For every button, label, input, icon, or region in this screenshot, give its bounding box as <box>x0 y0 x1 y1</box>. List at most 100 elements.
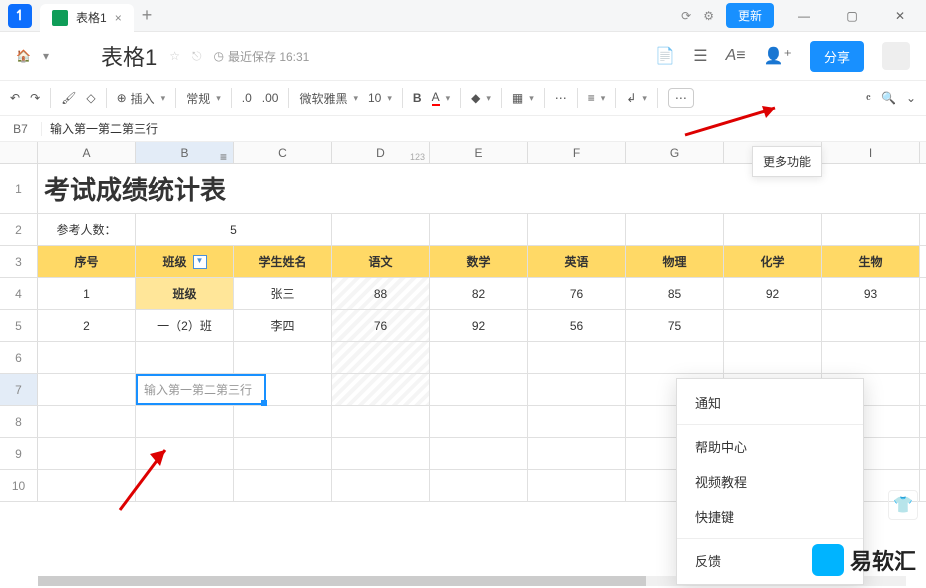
cell[interactable] <box>822 342 920 373</box>
star-icon[interactable]: ☆ <box>169 49 180 63</box>
home-icon[interactable]: 🏠 <box>16 49 31 63</box>
bold-button[interactable]: B <box>413 91 422 105</box>
cell[interactable] <box>822 310 920 341</box>
col-header-f[interactable]: F <box>528 142 626 163</box>
freeze-icon[interactable]: 𝄴 <box>866 91 871 106</box>
number-format-dropdown[interactable]: 常规 <box>186 90 221 107</box>
chevron-down-icon[interactable]: ▾ <box>43 49 49 63</box>
col-header-e[interactable]: E <box>430 142 528 163</box>
cell[interactable]: 参考人数： <box>38 214 136 245</box>
row-header[interactable]: 1 <box>0 164 38 213</box>
shirt-icon[interactable]: 👕 <box>888 490 918 520</box>
row-header[interactable]: 6 <box>0 342 38 373</box>
col-header-c[interactable]: C <box>234 142 332 163</box>
active-cell[interactable]: 输入第一第二第三行 <box>136 374 266 405</box>
cell[interactable] <box>234 342 332 373</box>
header-cell[interactable]: 物理 <box>626 246 724 277</box>
row-header[interactable]: 4 <box>0 278 38 309</box>
cell[interactable]: 92 <box>724 278 822 309</box>
add-tab-button[interactable]: + <box>142 5 153 26</box>
cell[interactable]: 82 <box>430 278 528 309</box>
cell[interactable]: 76 <box>332 310 430 341</box>
border-button[interactable]: ▦ <box>512 91 534 105</box>
redo-button[interactable]: ↷ <box>30 91 40 105</box>
cell[interactable] <box>528 342 626 373</box>
col-header-d[interactable]: D123 <box>332 142 430 163</box>
font-color-button[interactable]: A <box>432 90 451 106</box>
cell[interactable]: 85 <box>626 278 724 309</box>
cell[interactable]: 李四 <box>234 310 332 341</box>
text-style-icon[interactable]: A≡ <box>726 47 746 65</box>
cell[interactable]: 张三 <box>234 278 332 309</box>
share-button[interactable]: 分享 <box>810 41 864 72</box>
col-header-g[interactable]: G <box>626 142 724 163</box>
wrap-button[interactable]: ↲ <box>626 91 647 105</box>
close-window-button[interactable]: ✕ <box>882 2 918 30</box>
cell[interactable] <box>332 374 430 405</box>
header-cell[interactable]: 化学 <box>724 246 822 277</box>
header-cell[interactable]: 班级 <box>136 246 234 277</box>
cell[interactable] <box>724 342 822 373</box>
clear-format-button[interactable]: ◇ <box>86 91 95 105</box>
font-size-dropdown[interactable]: 10 <box>368 91 392 105</box>
cell[interactable] <box>528 374 626 405</box>
minimize-button[interactable]: — <box>786 2 822 30</box>
cell[interactable]: 1 <box>38 278 136 309</box>
share-user-icon[interactable]: 👤⁺ <box>764 46 792 66</box>
font-family-dropdown[interactable]: 微软雅黑 <box>299 90 358 107</box>
cell[interactable]: 76 <box>528 278 626 309</box>
row-header[interactable]: 2 <box>0 214 38 245</box>
menu-notify[interactable]: 通知 <box>677 385 863 420</box>
cell[interactable]: 92 <box>430 310 528 341</box>
header-cell[interactable]: 学生姓名 <box>234 246 332 277</box>
menu-shortcut[interactable]: 快捷键 <box>677 499 863 534</box>
cell[interactable] <box>38 374 136 405</box>
tab-document[interactable]: 表格1 × <box>40 4 134 32</box>
format-painter-button[interactable]: 🖌 <box>61 91 76 105</box>
col-header-i[interactable]: I <box>822 142 920 163</box>
cell[interactable] <box>822 214 920 245</box>
row-header[interactable]: 9 <box>0 438 38 469</box>
formula-input[interactable]: 输入第一第二第三行 <box>42 120 926 137</box>
menu-video[interactable]: 视频教程 <box>677 464 863 499</box>
insert-dropdown[interactable]: ⊕ 插入 <box>117 90 166 107</box>
cell[interactable] <box>332 214 430 245</box>
external-icon[interactable]: ⎋ <box>192 49 202 64</box>
cell[interactable]: 一（2）班 <box>136 310 234 341</box>
cell[interactable] <box>266 374 332 405</box>
header-cell[interactable]: 英语 <box>528 246 626 277</box>
maximize-button[interactable]: ▢ <box>834 2 870 30</box>
align-button[interactable]: ≡ <box>588 91 606 105</box>
col-header-b[interactable]: B≡ <box>136 142 234 163</box>
cell-reference[interactable]: B7 <box>0 122 42 136</box>
cell[interactable]: 56 <box>528 310 626 341</box>
cell[interactable] <box>38 342 136 373</box>
col-header-a[interactable]: A <box>38 142 136 163</box>
update-button[interactable]: 更新 <box>726 3 774 28</box>
search-icon[interactable]: 🔍 <box>881 91 896 105</box>
row-header[interactable]: 8 <box>0 406 38 437</box>
row-header[interactable]: 3 <box>0 246 38 277</box>
row-header[interactable]: 10 <box>0 470 38 501</box>
header-cell[interactable]: 序号 <box>38 246 136 277</box>
row-header[interactable]: 5 <box>0 310 38 341</box>
cell[interactable] <box>626 214 724 245</box>
new-note-icon[interactable]: 📄 <box>655 46 675 66</box>
list-icon[interactable]: ☰ <box>693 46 707 66</box>
ellipsis-1[interactable]: ⋯ <box>555 91 567 105</box>
avatar[interactable] <box>882 42 910 70</box>
header-cell[interactable]: 生物 <box>822 246 920 277</box>
chevron-down-icon[interactable]: ⌄ <box>906 91 916 105</box>
more-functions-button[interactable]: ⋯ <box>668 88 694 108</box>
header-cell[interactable]: 语文 <box>332 246 430 277</box>
settings-icon[interactable]: ⚙ <box>703 9 714 23</box>
header-cell[interactable]: 数学 <box>430 246 528 277</box>
decimal-decrease-button[interactable]: .0 <box>242 91 252 105</box>
filter-icon[interactable] <box>193 255 207 269</box>
cell[interactable] <box>136 342 234 373</box>
select-all-corner[interactable] <box>0 142 38 163</box>
cell[interactable]: 5 <box>136 214 332 245</box>
cell[interactable] <box>430 342 528 373</box>
cell[interactable]: 88 <box>332 278 430 309</box>
refresh-icon[interactable]: ⟳ <box>681 9 691 23</box>
